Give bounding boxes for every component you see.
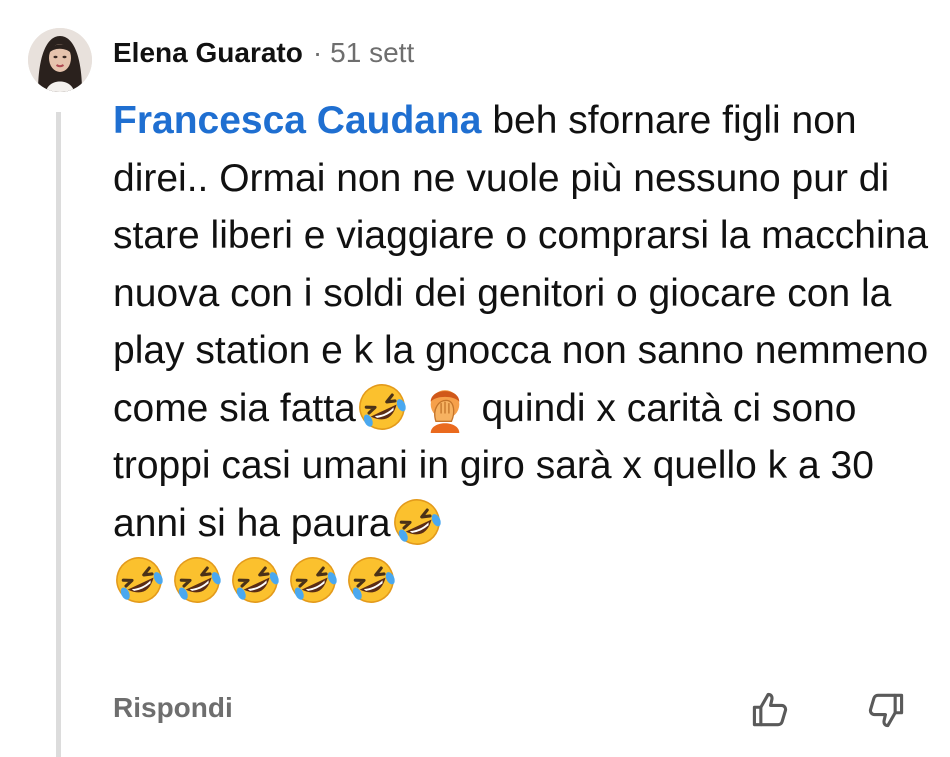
rolling-laughing-emoji: [113, 554, 165, 606]
rolling-laughing-emoji: [287, 554, 339, 606]
avatar-image: [28, 28, 92, 92]
rolling-laughing-emoji: [356, 381, 408, 433]
comment-header: Elena Guarato · 51 sett: [113, 33, 414, 73]
avatar[interactable]: [28, 28, 92, 92]
person-facepalming-emoji: [419, 381, 471, 434]
separator-dot: ·: [312, 37, 323, 68]
thumbs-down-icon[interactable]: [864, 688, 908, 732]
reply-button[interactable]: Rispondi: [113, 692, 233, 724]
emoji-row: [113, 552, 933, 610]
mention-link[interactable]: Francesca Caudana: [113, 99, 482, 142]
rolling-laughing-emoji: [345, 554, 397, 606]
author-name[interactable]: Elena Guarato: [113, 37, 303, 69]
comment-text-part-1: beh sfornare figli non direi.. Ormai non…: [113, 99, 929, 430]
timestamp: 51 sett: [330, 37, 415, 68]
rolling-laughing-emoji: [229, 554, 281, 606]
rolling-laughing-emoji: [391, 496, 443, 548]
comment-body: Francesca Caudana beh sfornare figli non…: [113, 92, 933, 610]
thread-line: [56, 112, 61, 757]
rolling-laughing-emoji: [171, 554, 223, 606]
thumbs-up-icon[interactable]: [748, 688, 792, 732]
